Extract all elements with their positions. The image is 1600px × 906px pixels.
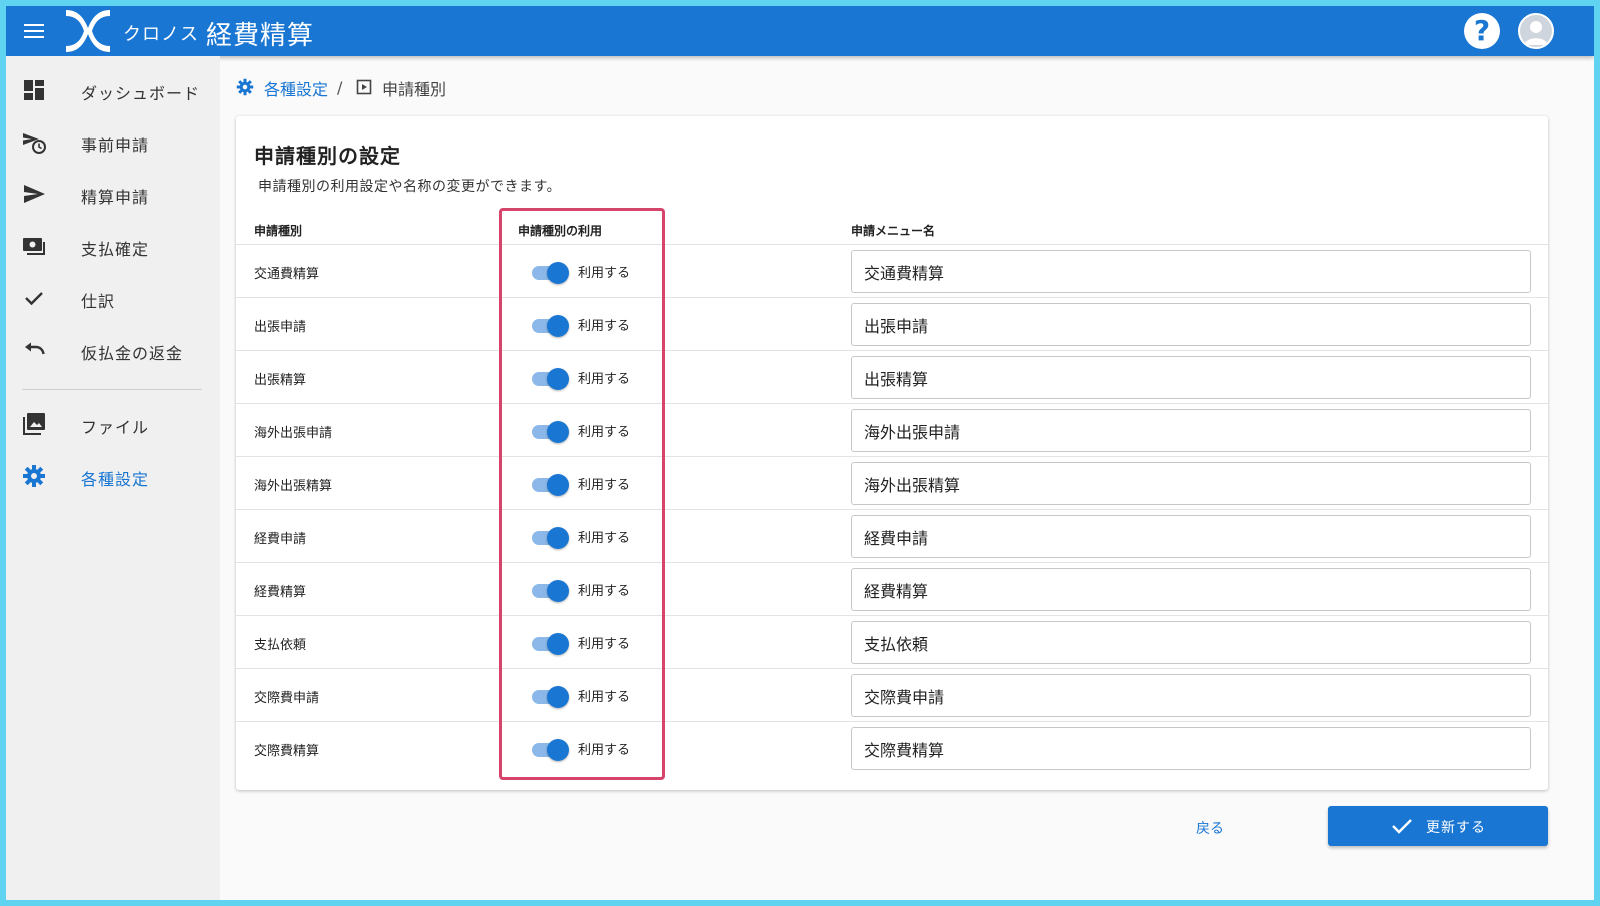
table-row: 海外出張申請 利用する <box>236 403 1548 456</box>
application-type-name: 交際費精算 <box>254 744 320 759</box>
send-clock-icon <box>23 133 46 154</box>
menu-name-input[interactable] <box>851 356 1531 399</box>
sidebar-item-label: ファイル <box>81 418 150 437</box>
sidebar-item-expense-application[interactable]: 精算申請 <box>6 172 220 216</box>
breadcrumb-current-label: 申請種別 <box>382 80 447 99</box>
sidebar-item-files[interactable]: ファイル <box>6 402 220 446</box>
application-type-name: 交通費精算 <box>254 267 320 282</box>
sidebar-item-dashboard[interactable]: ダッシュボード <box>6 68 220 112</box>
application-type-icon <box>356 79 372 95</box>
help-button[interactable]: ? <box>1464 13 1500 49</box>
table-row: 交際費申請 利用する <box>236 668 1548 721</box>
page-title: 申請種別の設定 <box>254 144 401 168</box>
hamburger-menu-icon[interactable] <box>22 20 46 42</box>
table-row: 交際費精算 利用する <box>236 721 1548 774</box>
check-icon <box>1392 819 1412 834</box>
payments-icon <box>23 238 45 255</box>
application-type-name: 海外出張精算 <box>254 479 333 494</box>
app-brand: クロノス <box>123 24 199 45</box>
application-type-name: 交際費申請 <box>254 691 320 706</box>
menu-name-input[interactable] <box>851 621 1531 664</box>
gear-icon <box>236 78 254 96</box>
usage-column-highlight <box>499 208 665 780</box>
app-title: 経費精算 <box>206 21 315 51</box>
table-row: 出張申請 利用する <box>236 297 1548 350</box>
table-row: 経費申請 利用する <box>236 509 1548 562</box>
menu-name-input[interactable] <box>851 303 1531 346</box>
column-header-menu-name: 申請メニュー名 <box>851 224 936 238</box>
sidebar-divider <box>22 389 202 390</box>
menu-name-input[interactable] <box>851 250 1531 293</box>
application-type-name: 経費申請 <box>254 532 307 547</box>
check-icon <box>25 292 43 306</box>
breadcrumb-separator: / <box>337 78 343 97</box>
column-header-type: 申請種別 <box>254 224 303 238</box>
application-type-name: 支払依頼 <box>254 638 307 653</box>
gear-icon <box>23 465 45 487</box>
application-type-name: 出張申請 <box>254 320 307 335</box>
sidebar-item-journal[interactable]: 仕訳 <box>6 276 220 320</box>
table-row: 経費精算 利用する <box>236 562 1548 615</box>
sidebar-item-label: 事前申請 <box>81 136 150 155</box>
table-row: 出張精算 利用する <box>236 350 1548 403</box>
breadcrumb-settings-label: 各種設定 <box>264 80 329 99</box>
sidebar: ダッシュボード 事前申請 精算申請 支払確定 仕訳 仮払金の返金 ファイル 各種… <box>6 56 220 900</box>
sidebar-item-label: 仕訳 <box>81 292 116 311</box>
application-type-name: 経費精算 <box>254 585 307 600</box>
application-type-name: 出張精算 <box>254 373 307 388</box>
menu-name-input[interactable] <box>851 727 1531 770</box>
dashboard-icon <box>24 80 44 100</box>
sidebar-item-label: 各種設定 <box>81 470 150 489</box>
photo-library-icon <box>23 413 45 435</box>
page-description: 申請種別の利用設定や名称の変更ができます。 <box>258 179 562 195</box>
table-row: 支払依頼 利用する <box>236 615 1548 668</box>
app-bar: クロノス 経費精算 ? <box>6 6 1594 56</box>
table-row: 交通費精算 利用する <box>236 244 1548 297</box>
sidebar-item-label: 仮払金の返金 <box>81 344 184 363</box>
sidebar-item-advance-refund[interactable]: 仮払金の返金 <box>6 328 220 372</box>
settings-card: 申請種別の設定 申請種別の利用設定や名称の変更ができます。 申請種別 申請種別の… <box>236 116 1548 790</box>
menu-name-input[interactable] <box>851 515 1531 558</box>
breadcrumb-current: 申請種別 <box>356 76 476 99</box>
menu-name-input[interactable] <box>851 409 1531 452</box>
sidebar-item-label: ダッシュボード <box>81 84 201 103</box>
person-icon <box>1524 21 1548 45</box>
table-row: 海外出張精算 利用する <box>236 456 1548 509</box>
menu-name-input[interactable] <box>851 674 1531 717</box>
kronos-logo-icon <box>66 10 110 52</box>
sidebar-item-settings[interactable]: 各種設定 <box>6 454 220 498</box>
back-button[interactable]: 戻る <box>1196 818 1224 838</box>
undo-icon <box>25 342 45 355</box>
update-button-label: 更新する <box>1426 820 1486 836</box>
sidebar-item-label: 支払確定 <box>81 240 150 259</box>
send-icon <box>24 185 45 203</box>
app-window: クロノス 経費精算 ? ダッシュボード 事前申請 精算申請 支払確定 仕訳 仮払… <box>6 6 1594 900</box>
user-avatar[interactable] <box>1518 13 1554 49</box>
breadcrumb-settings-link[interactable]: 各種設定 <box>236 76 346 99</box>
sidebar-item-pre-application[interactable]: 事前申請 <box>6 120 220 164</box>
sidebar-item-label: 精算申請 <box>81 188 150 207</box>
update-button[interactable]: 更新する <box>1328 806 1548 846</box>
menu-name-input[interactable] <box>851 568 1531 611</box>
sidebar-item-payment-confirm[interactable]: 支払確定 <box>6 224 220 268</box>
application-type-name: 海外出張申請 <box>254 426 333 441</box>
menu-name-input[interactable] <box>851 462 1531 505</box>
